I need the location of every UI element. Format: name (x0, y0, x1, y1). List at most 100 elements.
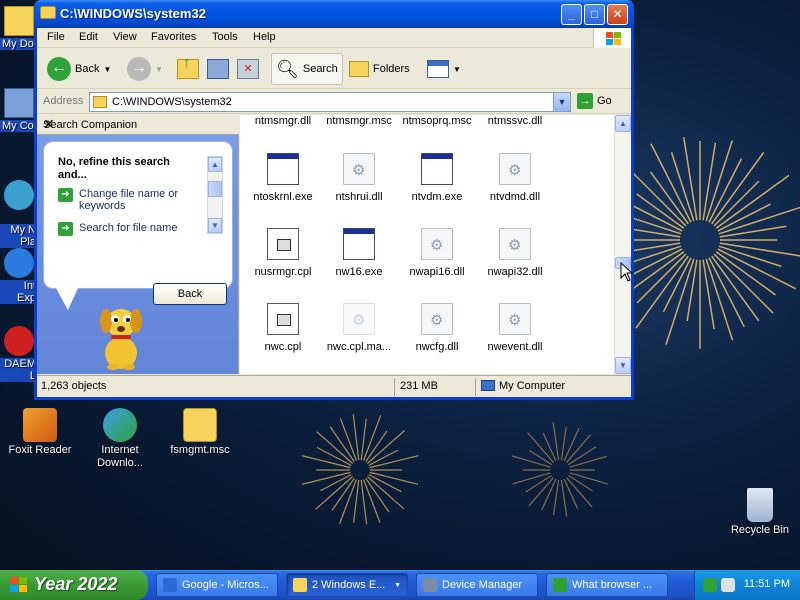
desktop-icon-fsmgmt[interactable]: fsmgmt.msc (162, 408, 238, 457)
file-item[interactable]: ntvdmd.dll (474, 153, 556, 203)
file-item[interactable]: ntoskrnl.exe (242, 153, 324, 203)
desktop-icon-internet-download-manager[interactable]: Internet Downlo... (82, 408, 158, 470)
desktop-icon-foxit-reader[interactable]: Foxit Reader (2, 408, 78, 457)
back-label: Back (75, 63, 100, 75)
foxit-reader-icon (23, 408, 57, 442)
scroll-up-icon[interactable]: ▲ (615, 115, 631, 132)
close-button[interactable]: ✕ (607, 4, 628, 25)
taskbar-button[interactable]: What browser ... (546, 573, 668, 597)
desktop-icon-label: My Co (0, 120, 38, 132)
taskbar-button[interactable]: 2 Windows E... ▼ (286, 573, 408, 597)
address-dropdown-button[interactable]: ▼ (553, 93, 570, 111)
desktop-icon-my-computer[interactable]: My Co (0, 88, 38, 132)
address-bar: Address C:\WINDOWS\system32 ▼ → Go (37, 90, 631, 114)
window-title: C:\WINDOWS\system32 (60, 6, 206, 21)
file-item[interactable]: nusrmgr.cpl (242, 228, 324, 278)
menu-favorites[interactable]: Favorites (151, 31, 196, 43)
taskbar-button[interactable]: Device Manager (416, 573, 538, 597)
search-companion-header: Search Companion ✕ (37, 115, 239, 135)
file-item[interactable]: ntmsmgr.dll (242, 115, 324, 127)
file-name: nwapi16.dll (409, 266, 465, 278)
forward-button[interactable]: → ▼ (123, 53, 167, 85)
menu-tools[interactable]: Tools (212, 31, 238, 43)
taskbar-button-label: What browser ... (572, 579, 653, 591)
tray-network-icon[interactable] (703, 578, 717, 592)
file-list-scrollbar[interactable]: ▲ ▼ (614, 115, 631, 374)
file-list: ntmsmgr.dll ntmsmgr.msc ntmsoprq.msc ntmssv… (240, 115, 631, 374)
file-item[interactable]: nw16.exe (318, 228, 400, 278)
my-computer-icon (481, 380, 495, 391)
arrow-right-icon: ➜ (58, 188, 73, 202)
windows-flag-icon (10, 577, 28, 593)
folders-button[interactable]: Folders (345, 53, 414, 85)
options-scrollbar[interactable]: ▲ ▼ (207, 156, 223, 234)
maximize-button[interactable]: □ (584, 4, 605, 25)
desktop-icon-daemon-tools[interactable]: DAEM L (0, 326, 38, 382)
move-to-button[interactable] (203, 53, 233, 85)
file-item[interactable]: nwevent.dll (474, 303, 556, 353)
recycle-bin-icon (747, 488, 773, 522)
file-item[interactable]: nwc.cpl.ma... (318, 303, 400, 353)
file-item[interactable]: ntvdm.exe (396, 153, 478, 203)
search-companion-pane: Search Companion ✕ No, refine this searc… (37, 115, 239, 374)
file-name: nusrmgr.cpl (254, 266, 312, 278)
mouse-cursor-icon (620, 262, 634, 282)
menu-file[interactable]: File (47, 31, 65, 43)
taskbar-button[interactable]: Google - Micros... (156, 573, 278, 597)
explorer-window: C:\WINDOWS\system32 _ □ ✕ File Edit View… (34, 0, 634, 400)
search-companion-bubble: No, refine this search and... ➜ Change f… (43, 141, 233, 310)
clock[interactable]: 11:51 PM (744, 578, 790, 590)
network-icon (4, 180, 34, 210)
address-label: Address (43, 95, 84, 107)
app-icon (553, 578, 567, 592)
status-separator (475, 378, 476, 396)
desktop-icon-label: DAEM L (0, 358, 38, 382)
folders-icon (349, 61, 369, 77)
file-item[interactable]: nwapi32.dll (474, 228, 556, 278)
daemon-tools-icon (4, 326, 34, 356)
desktop-icon-internet-explorer[interactable]: Int Exp (0, 248, 38, 304)
companion-back-button[interactable]: Back (153, 283, 227, 305)
computer-icon (4, 88, 34, 118)
scroll-up-icon[interactable]: ▲ (208, 157, 222, 172)
views-button[interactable]: ▼ (423, 53, 465, 85)
file-item[interactable]: nwc.cpl (242, 303, 324, 353)
file-item[interactable]: nwcfg.dll (396, 303, 478, 353)
menu-edit[interactable]: Edit (79, 31, 98, 43)
desktop-icon-my-network-places[interactable]: My N Pla (0, 168, 38, 260)
desktop-icon-label: Int Exp (0, 280, 38, 304)
go-button[interactable]: → Go (577, 93, 612, 109)
option-change-file-name[interactable]: ➜ Change file name or keywords (58, 188, 198, 212)
search-dog-icon (100, 309, 142, 370)
option-search-for-file-name[interactable]: ➜ Search for file name (58, 222, 198, 236)
desktop-icon-my-documents[interactable]: My Do (0, 6, 38, 50)
file-item[interactable]: ntshrui.dll (318, 153, 400, 203)
file-item[interactable]: ntmssvc.dll (474, 115, 556, 127)
menu-view[interactable]: View (113, 31, 137, 43)
option-label: Search for file name (79, 222, 178, 234)
up-folder-button[interactable]: ↑ (173, 53, 203, 85)
address-input[interactable]: C:\WINDOWS\system32 ▼ (89, 92, 571, 112)
scroll-down-icon[interactable]: ▼ (208, 218, 222, 233)
file-item[interactable]: ntmsoprq.msc (396, 115, 478, 127)
menu-help[interactable]: Help (253, 31, 276, 43)
start-button[interactable]: Year 2022 (0, 570, 148, 600)
close-icon[interactable]: ✕ (43, 116, 233, 133)
desktop-icon-label: My Do (0, 38, 38, 50)
window-titlebar[interactable]: C:\WINDOWS\system32 _ □ ✕ (34, 0, 634, 28)
desktop-icon-recycle-bin[interactable]: Recycle Bin (722, 488, 798, 537)
scroll-thumb[interactable] (208, 181, 222, 197)
back-button[interactable]: ← Back ▼ (43, 53, 115, 85)
exe-file-icon (267, 153, 299, 185)
delete-button[interactable]: ✕ (233, 53, 263, 85)
minimize-button[interactable]: _ (561, 4, 582, 25)
scroll-down-icon[interactable]: ▼ (615, 357, 631, 374)
tray-volume-icon[interactable] (721, 578, 735, 592)
file-item[interactable]: ntmsmgr.msc (318, 115, 400, 127)
address-value: C:\WINDOWS\system32 (112, 96, 232, 108)
file-item[interactable]: nwapi16.dll (396, 228, 478, 278)
folder-icon (4, 6, 34, 36)
dll-file-icon (343, 303, 375, 335)
object-count: 1,263 objects (41, 380, 107, 392)
search-button[interactable]: 🔍︎ Search (271, 53, 343, 85)
